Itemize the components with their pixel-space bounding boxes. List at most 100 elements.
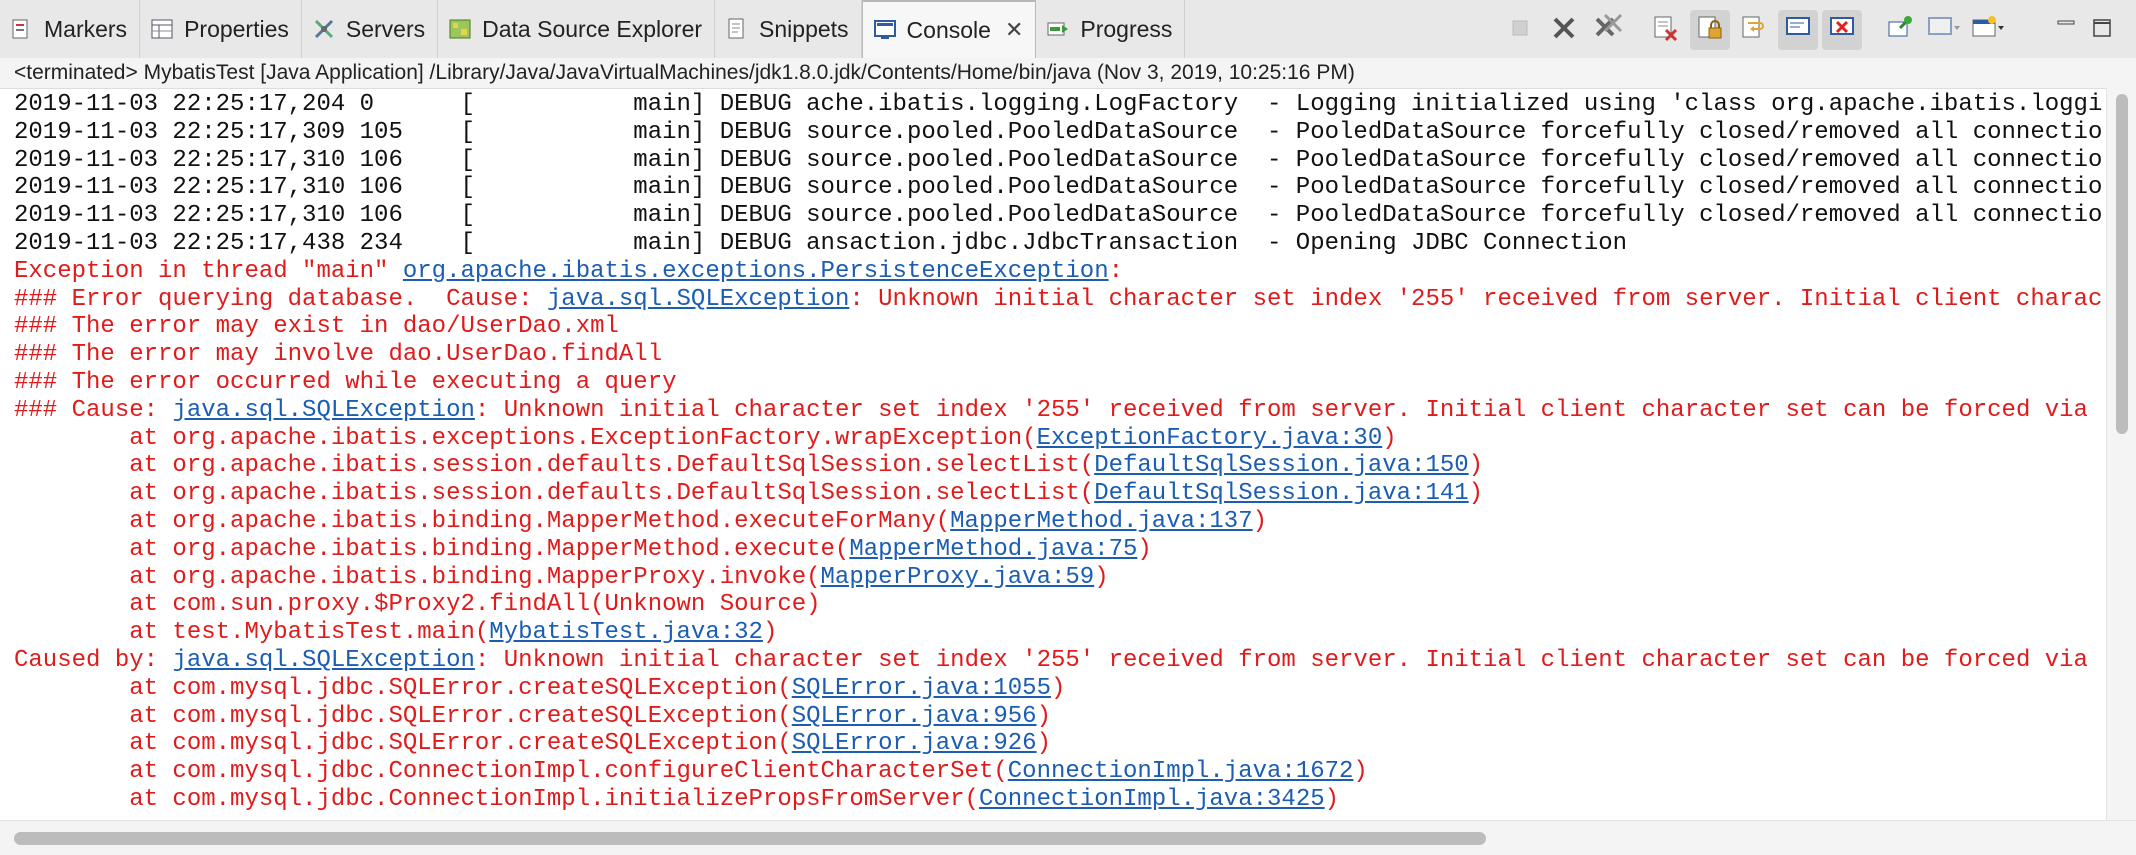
log-text: 2019-11-03 22:25:17,310 106 [ main] DEBU… bbox=[14, 174, 2103, 202]
console-line: 2019-11-03 22:25:17,204 0 [ main] DEBUG … bbox=[14, 91, 2102, 119]
console-line: at org.apache.ibatis.exceptions.Exceptio… bbox=[14, 425, 2102, 453]
tab-progress[interactable]: Progress bbox=[1036, 0, 1186, 58]
tab-properties[interactable]: Properties bbox=[140, 0, 302, 58]
error-text: ) bbox=[1468, 480, 1484, 508]
stacktrace-link[interactable]: java.sql.SQLException bbox=[547, 286, 849, 313]
stacktrace-link[interactable]: SQLError.java:956 bbox=[792, 703, 1037, 730]
close-icon[interactable]: ✕ bbox=[1005, 17, 1023, 43]
stacktrace-link[interactable]: ConnectionImpl.java:1672 bbox=[1008, 758, 1354, 785]
console-line: 2019-11-03 22:25:17,438 234 [ main] DEBU… bbox=[14, 230, 2102, 258]
vertical-scrollbar[interactable] bbox=[2106, 88, 2136, 820]
error-text: ### The error may exist in dao/UserDao.x… bbox=[14, 313, 619, 341]
error-text: Caused by: bbox=[14, 646, 173, 674]
stacktrace-link[interactable]: java.sql.SQLException bbox=[172, 647, 474, 674]
console-output[interactable]: 2019-11-03 22:25:17,204 0 [ main] DEBUG … bbox=[0, 88, 2106, 821]
stacktrace-link[interactable]: DefaultSqlSession.java:141 bbox=[1094, 480, 1468, 507]
display-selected-console-button[interactable] bbox=[1924, 10, 1964, 50]
error-text: at com.mysql.jdbc.ConnectionImpl.initial… bbox=[14, 785, 979, 813]
console-line: at org.apache.ibatis.binding.MapperProxy… bbox=[14, 564, 2102, 592]
terminate-button[interactable] bbox=[1500, 10, 1540, 50]
error-text: ) bbox=[762, 619, 778, 647]
error-text: ) bbox=[1353, 758, 1368, 786]
word-wrap-button[interactable] bbox=[1734, 10, 1774, 50]
pin-console-button[interactable] bbox=[1880, 10, 1920, 50]
console-line: at test.MybatisTest.main(MybatisTest.jav… bbox=[14, 619, 2102, 647]
console-error-icon bbox=[1828, 14, 1856, 47]
stacktrace-link[interactable]: ConnectionImpl.java:3425 bbox=[979, 786, 1325, 813]
remove-launch-button[interactable] bbox=[1544, 10, 1584, 50]
minimize-icon[interactable] bbox=[2048, 10, 2084, 46]
tab-label: Properties bbox=[184, 15, 289, 42]
scroll-lock-icon bbox=[1696, 14, 1724, 47]
stacktrace-link[interactable]: MapperMethod.java:75 bbox=[849, 536, 1137, 563]
error-text: ) bbox=[1050, 674, 1066, 702]
clear-console-button[interactable] bbox=[1646, 10, 1686, 50]
error-text: at com.mysql.jdbc.SQLError.createSQLExce… bbox=[14, 674, 792, 702]
horizontal-scrollbar-thumb[interactable] bbox=[14, 832, 1486, 845]
display-console-icon bbox=[1926, 14, 1962, 47]
tab-data-source-explorer[interactable]: Data Source Explorer bbox=[438, 0, 716, 58]
snippets-icon bbox=[723, 15, 751, 43]
stacktrace-link[interactable]: org.apache.ibatis.exceptions.Persistence… bbox=[403, 258, 1109, 285]
error-text: : bbox=[1108, 257, 1123, 285]
console-line: at com.mysql.jdbc.SQLError.createSQLExce… bbox=[14, 730, 2102, 758]
console-output-icon bbox=[1784, 14, 1812, 47]
stacktrace-link[interactable]: DefaultSqlSession.java:150 bbox=[1094, 452, 1468, 479]
view-tabs: Markers Properties Servers Data Source E… bbox=[0, 0, 1186, 58]
remove-all-terminated-button[interactable] bbox=[1588, 10, 1628, 50]
error-text: ) bbox=[1036, 702, 1051, 730]
scroll-lock-button[interactable] bbox=[1690, 10, 1730, 50]
log-text: 2019-11-03 22:25:17,310 106 [ main] DEBU… bbox=[14, 146, 2103, 174]
console-line: at com.mysql.jdbc.ConnectionImpl.initial… bbox=[14, 786, 2102, 814]
tab-markers[interactable]: Markers bbox=[0, 0, 141, 58]
console-lines: 2019-11-03 22:25:17,204 0 [ main] DEBUG … bbox=[14, 91, 2102, 814]
console-line: at com.mysql.jdbc.SQLError.createSQLExce… bbox=[14, 675, 2102, 703]
tab-label: Markers bbox=[44, 15, 128, 42]
error-text: at org.apache.ibatis.binding.MapperProxy… bbox=[14, 563, 821, 591]
error-text: ) bbox=[1137, 535, 1152, 563]
tab-label: Snippets bbox=[759, 15, 849, 42]
console-line: at org.apache.ibatis.binding.MapperMetho… bbox=[14, 536, 2102, 564]
properties-icon bbox=[148, 15, 176, 43]
error-text: ### The error occurred while executing a… bbox=[14, 368, 677, 396]
tab-servers[interactable]: Servers bbox=[302, 0, 439, 58]
tab-snippets[interactable]: Snippets bbox=[715, 0, 862, 58]
console-line: at org.apache.ibatis.session.defaults.De… bbox=[14, 480, 2102, 508]
vertical-scrollbar-thumb[interactable] bbox=[2116, 94, 2128, 434]
tab-label: Console bbox=[906, 16, 991, 43]
show-console-on-stdout-button[interactable] bbox=[1778, 10, 1818, 50]
pin-icon bbox=[1886, 14, 1914, 47]
console-line: ### Cause: java.sql.SQLException: Unknow… bbox=[14, 397, 2102, 425]
console-line: at org.apache.ibatis.session.defaults.De… bbox=[14, 452, 2102, 480]
horizontal-scrollbar[interactable] bbox=[0, 820, 2136, 855]
error-text: at com.mysql.jdbc.ConnectionImpl.configu… bbox=[14, 758, 1008, 786]
error-text: at org.apache.ibatis.session.defaults.De… bbox=[14, 480, 1095, 508]
log-text: 2019-11-03 22:25:17,438 234 [ main] DEBU… bbox=[14, 229, 1628, 257]
open-console-button[interactable] bbox=[1968, 10, 2008, 50]
console-line: ### The error may involve dao.UserDao.fi… bbox=[14, 341, 2102, 369]
error-text: at test.MybatisTest.main( bbox=[14, 619, 490, 647]
stacktrace-link[interactable]: SQLError.java:926 bbox=[792, 730, 1037, 757]
tab-label: Data Source Explorer bbox=[482, 15, 703, 42]
stacktrace-link[interactable]: ExceptionFactory.java:30 bbox=[1037, 425, 1383, 452]
error-text: at org.apache.ibatis.binding.MapperMetho… bbox=[14, 507, 951, 535]
stacktrace-link[interactable]: SQLError.java:1055 bbox=[792, 675, 1051, 702]
stacktrace-link[interactable]: MybatisTest.java:32 bbox=[489, 619, 763, 646]
show-console-on-stderr-button[interactable] bbox=[1822, 10, 1862, 50]
remove-icon bbox=[1551, 15, 1577, 46]
stacktrace-link[interactable]: MapperProxy.java:59 bbox=[821, 564, 1095, 591]
new-console-icon bbox=[1970, 14, 2006, 47]
error-text: : Unknown initial character set index '2… bbox=[474, 646, 2088, 674]
console-line: 2019-11-03 22:25:17,310 106 [ main] DEBU… bbox=[14, 174, 2102, 202]
maximize-icon[interactable] bbox=[2084, 10, 2120, 46]
error-text: ### Error querying database. Cause: bbox=[14, 285, 547, 313]
log-text: 2019-11-03 22:25:17,204 0 [ main] DEBUG … bbox=[14, 91, 2103, 118]
console-line: at com.sun.proxy.$Proxy2.findAll(Unknown… bbox=[14, 591, 2102, 619]
error-text: at org.apache.ibatis.binding.MapperMetho… bbox=[14, 535, 850, 563]
data-source-icon bbox=[446, 15, 474, 43]
stacktrace-link[interactable]: MapperMethod.java:137 bbox=[950, 508, 1252, 535]
tab-console[interactable]: Console ✕ bbox=[861, 0, 1037, 58]
stacktrace-link[interactable]: java.sql.SQLException bbox=[172, 397, 474, 424]
servers-icon bbox=[310, 15, 338, 43]
error-text: at org.apache.ibatis.session.defaults.De… bbox=[14, 452, 1095, 480]
